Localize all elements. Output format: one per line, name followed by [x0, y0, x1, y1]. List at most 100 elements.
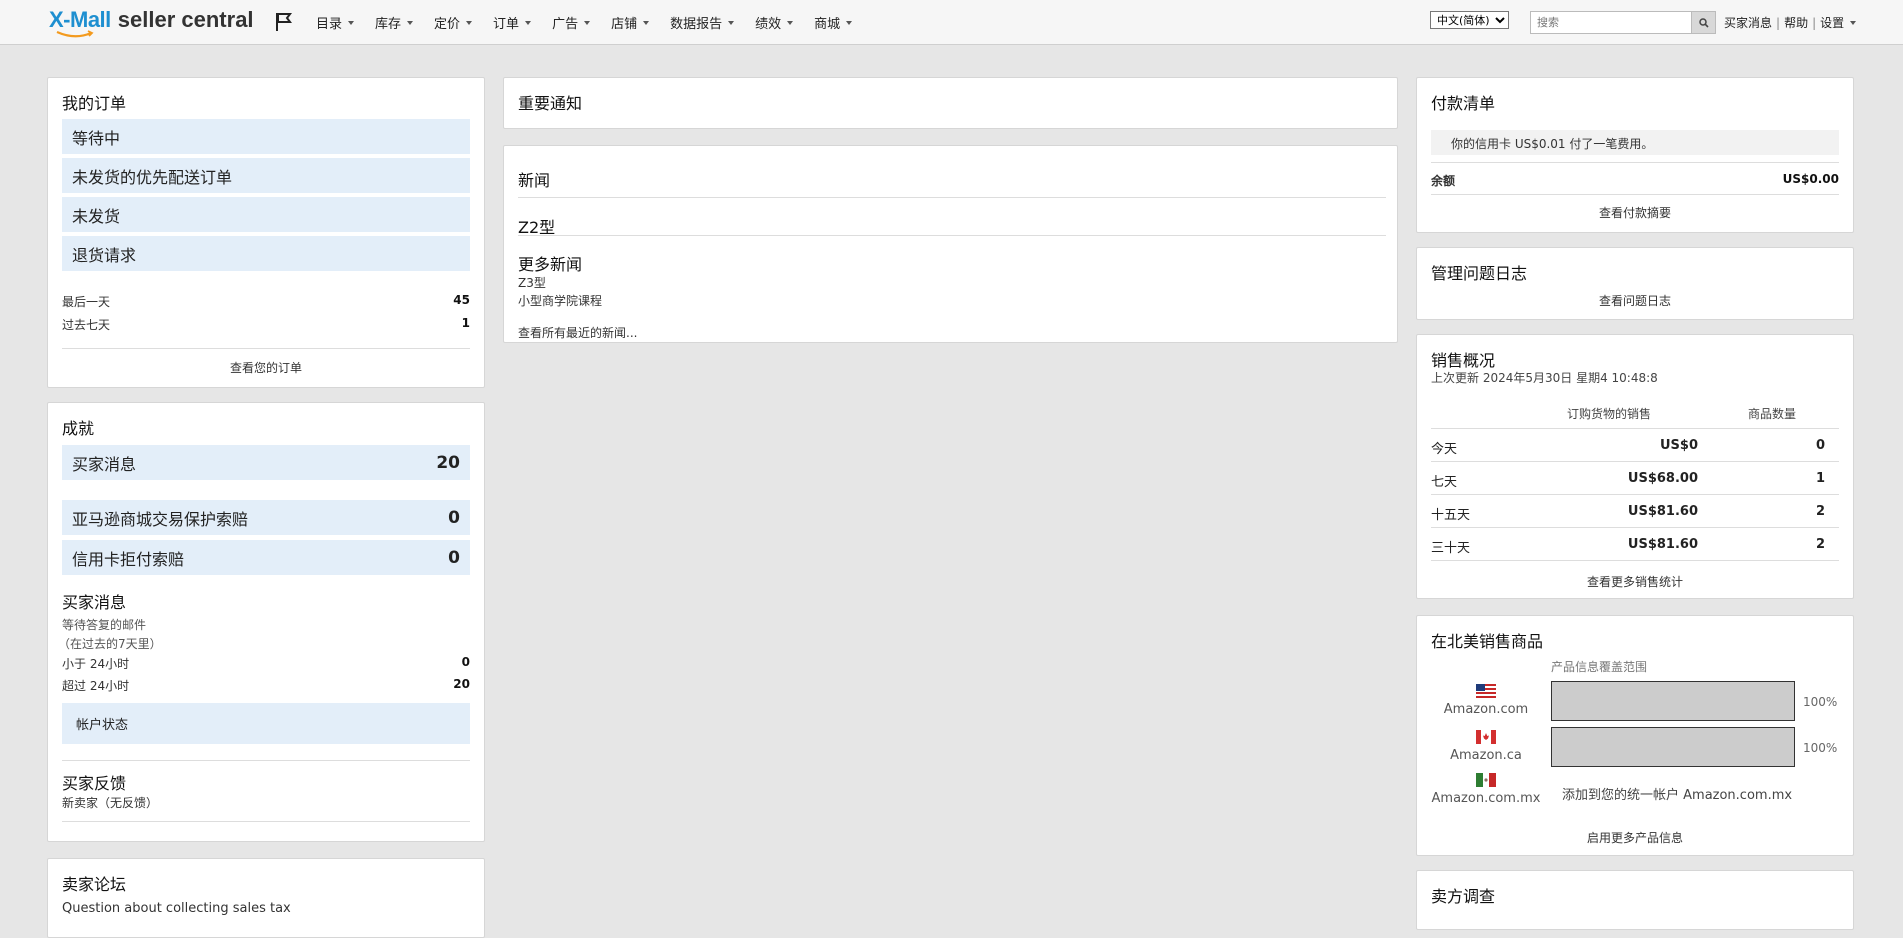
more-news-item[interactable]: 小型商学院课程: [518, 292, 602, 309]
sales-panel: 销售概况 上次更新 2024年5月30日 星期4 10:48:8 订购货物的销售…: [1416, 334, 1854, 599]
search-icon: [1698, 17, 1709, 28]
coverage-label: 产品信息覆盖范围: [1551, 660, 1648, 674]
payment-summary-link[interactable]: 查看付款摘要: [1431, 204, 1839, 221]
stat-last-seven-days: 过去七天 1: [62, 316, 470, 333]
forum-topic-link[interactable]: Question about collecting sales tax: [62, 901, 291, 916]
logo-sub-text: seller central: [117, 7, 254, 32]
nav-mall[interactable]: 商城: [814, 13, 853, 32]
nav-inventory[interactable]: 库存: [375, 13, 414, 32]
past-seven-days-text: （在过去的7天里）: [58, 637, 162, 651]
sales-cell: US$0: [1659, 438, 1698, 453]
mexico-flag-icon: [1476, 773, 1496, 787]
awaiting-reply-text: 等待答复的邮件: [62, 618, 147, 632]
help-link[interactable]: 帮助: [1784, 14, 1808, 31]
logo-smile-icon: [56, 30, 94, 38]
stat-last-day: 最后一天 45: [62, 293, 470, 310]
payment-notice-text: 你的信用卡 US$0.01 付了一笔费用。: [1451, 137, 1654, 151]
us-flag-icon: [1476, 684, 1496, 698]
issue-log-link[interactable]: 查看问题日志: [1431, 292, 1839, 309]
order-row-returns[interactable]: 退货请求: [62, 236, 470, 271]
achievement-a-to-z-claims[interactable]: 亚马逊商城交易保护索赔 0: [62, 500, 470, 535]
more-news-title: 更多新闻: [518, 255, 583, 274]
search-button[interactable]: [1692, 11, 1716, 34]
period-cell: 十五天: [1431, 508, 1471, 523]
nav-stores-label: 店铺: [611, 17, 638, 32]
table-row: 今天 US$0 0: [1431, 429, 1839, 462]
news-panel: 新闻 Z2型 更多新闻 Z3型 小型商学院课程 查看所有最近的新闻...: [503, 145, 1398, 343]
logo[interactable]: X-Mall seller central: [49, 8, 254, 40]
divider: [62, 821, 470, 822]
nav-advertising[interactable]: 广告: [552, 13, 591, 32]
flag-icon[interactable]: [275, 12, 293, 32]
buyer-messages-link[interactable]: 买家消息: [1724, 14, 1772, 31]
order-row-label: 等待中: [72, 128, 121, 148]
caret-down-icon: [787, 20, 794, 25]
account-status-label: 帐户状态: [76, 718, 129, 733]
caret-down-icon: [643, 20, 650, 25]
nav-catalog[interactable]: 目录: [316, 13, 355, 32]
stat-value: 20: [453, 677, 470, 691]
stat-label: 最后一天: [62, 295, 111, 309]
all-news-link[interactable]: 查看所有最近的新闻...: [518, 324, 637, 341]
marketplaces-panel: 在北美销售商品 产品信息覆盖范围 Amazon.com 100% Amazon.…: [1416, 615, 1854, 856]
divider: [1431, 162, 1839, 163]
nav-performance-label: 绩效: [755, 17, 782, 32]
separator: |: [1812, 15, 1817, 30]
sales-updated-text: 上次更新 2024年5月30日 星期4 10:48:8: [1431, 371, 1658, 385]
more-news-item[interactable]: Z3型: [518, 274, 546, 291]
nav-pricing-label: 定价: [434, 17, 461, 32]
logo-main-text: X-Mall: [49, 7, 111, 32]
view-orders-link[interactable]: 查看您的订单: [62, 359, 470, 376]
sales-cell: US$68.00: [1627, 471, 1698, 486]
qty-cell: 0: [1815, 438, 1825, 453]
payments-title: 付款清单: [1431, 94, 1496, 113]
stat-value: 0: [461, 655, 470, 669]
top-navigation-bar: X-Mall seller central 目录 库存 定价 订单 广告 店铺 …: [0, 0, 1903, 45]
order-row-unshipped[interactable]: 未发货: [62, 197, 470, 232]
marketplace-name[interactable]: Amazon.com.mx: [1431, 791, 1541, 806]
enable-more-listings-link[interactable]: 启用更多产品信息: [1431, 829, 1839, 846]
more-sales-stats-link[interactable]: 查看更多销售统计: [1431, 573, 1839, 590]
achievement-label: 信用卡拒付索赔: [72, 549, 185, 569]
order-row-priority-unshipped[interactable]: 未发货的优先配送订单: [62, 158, 470, 193]
stat-value: 45: [453, 293, 470, 307]
order-row-label: 退货请求: [72, 245, 137, 265]
account-status-row[interactable]: 帐户状态: [62, 703, 470, 744]
add-marketplace-link[interactable]: 添加到您的统一帐户 Amazon.com.mx: [1562, 784, 1792, 803]
period-cell: 三十天: [1431, 541, 1471, 556]
nav-pricing[interactable]: 定价: [434, 13, 473, 32]
qty-cell: 2: [1815, 504, 1825, 519]
qty-cell: 2: [1815, 537, 1825, 552]
issues-panel: 管理问题日志 查看问题日志: [1416, 247, 1854, 320]
nav-orders[interactable]: 订单: [493, 13, 532, 32]
marketplace-name[interactable]: Amazon.ca: [1431, 748, 1541, 763]
survey-title: 卖方调查: [1431, 887, 1496, 906]
settings-link[interactable]: 设置: [1820, 14, 1844, 31]
messages-over-24h: 超过 24小时 20: [62, 677, 470, 694]
coverage-bar: [1551, 727, 1795, 767]
balance-row: 余额 US$0.00: [1431, 172, 1839, 189]
order-row-label: 未发货的优先配送订单: [72, 167, 233, 187]
nav-stores[interactable]: 店铺: [611, 13, 650, 32]
nav-performance[interactable]: 绩效: [755, 13, 794, 32]
achievement-buyer-messages[interactable]: 买家消息 20: [62, 445, 470, 480]
achievement-chargeback-claims[interactable]: 信用卡拒付索赔 0: [62, 540, 470, 575]
marketplace-name[interactable]: Amazon.com: [1431, 702, 1541, 717]
nav-reports[interactable]: 数据报告: [670, 13, 735, 32]
language-select[interactable]: 中文(简体): [1430, 11, 1509, 29]
table-row: 三十天 US$81.60 2: [1431, 528, 1839, 561]
separator: |: [1776, 15, 1781, 30]
achievement-count: 0: [448, 507, 460, 528]
caret-down-icon: [466, 20, 473, 25]
order-row-pending[interactable]: 等待中: [62, 119, 470, 154]
orders-title: 我的订单: [62, 94, 127, 113]
table-row: 十五天 US$81.60 2: [1431, 495, 1839, 528]
search-input[interactable]: [1530, 11, 1692, 34]
nav-catalog-label: 目录: [316, 17, 343, 32]
notice-title: 重要通知: [518, 94, 583, 113]
issues-title: 管理问题日志: [1431, 264, 1528, 283]
stat-value: 1: [461, 316, 470, 330]
coverage-percent: 100%: [1803, 741, 1838, 755]
stat-label: 超过 24小时: [62, 679, 130, 693]
divider: [518, 235, 1386, 236]
